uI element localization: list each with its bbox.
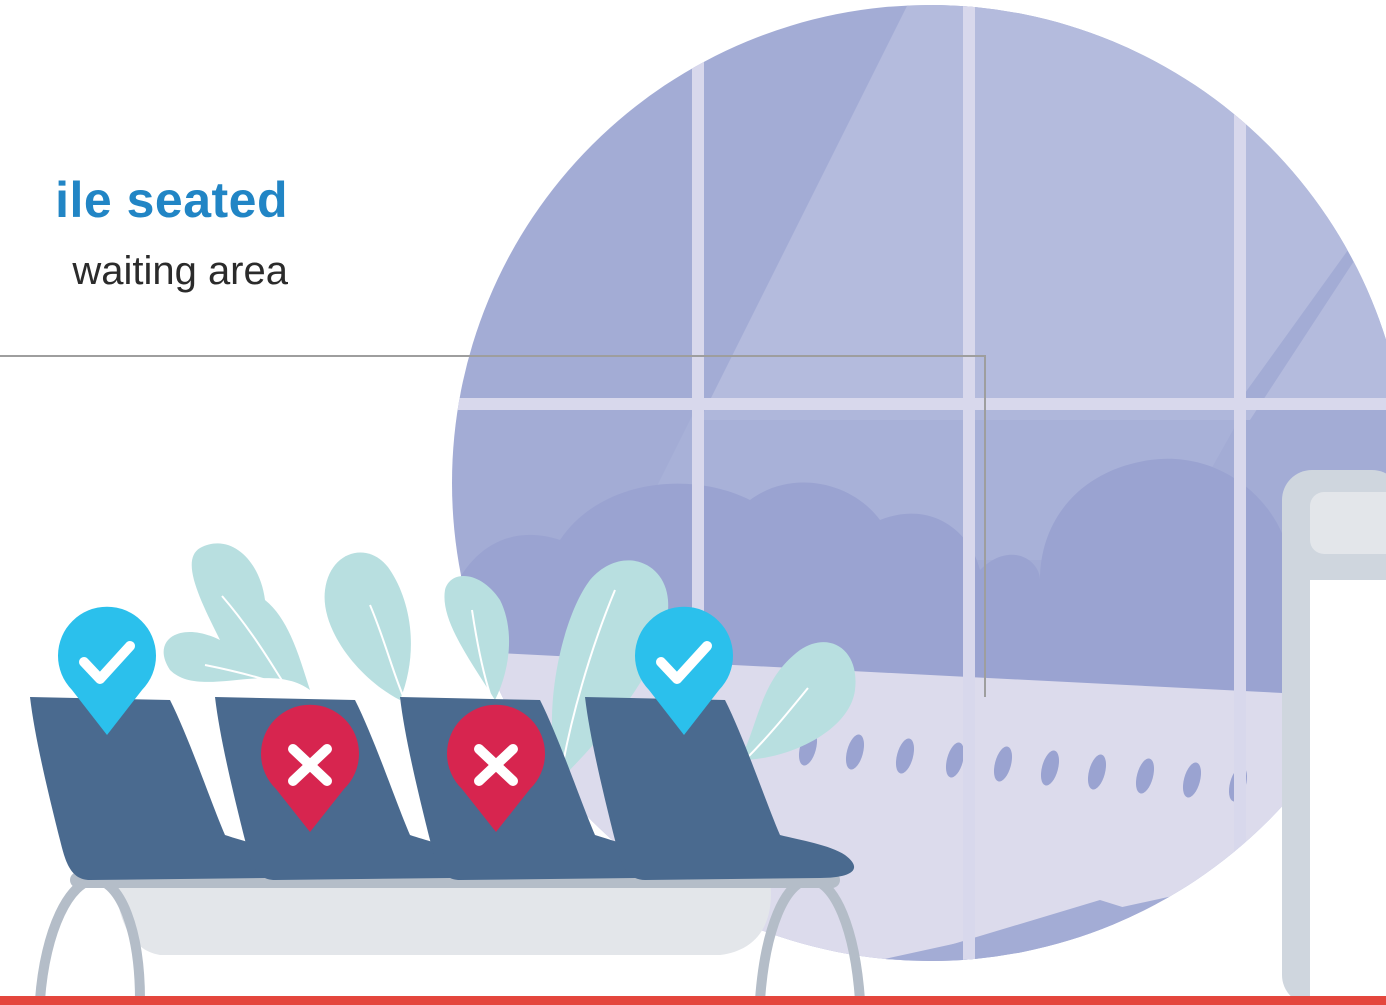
sign-post (1282, 470, 1386, 1005)
scene-svg (0, 5, 1386, 1005)
illustration: ile seated waiting area (0, 0, 1386, 1005)
bench (35, 872, 865, 1001)
seats (30, 697, 855, 880)
floor-line (0, 996, 1386, 1005)
